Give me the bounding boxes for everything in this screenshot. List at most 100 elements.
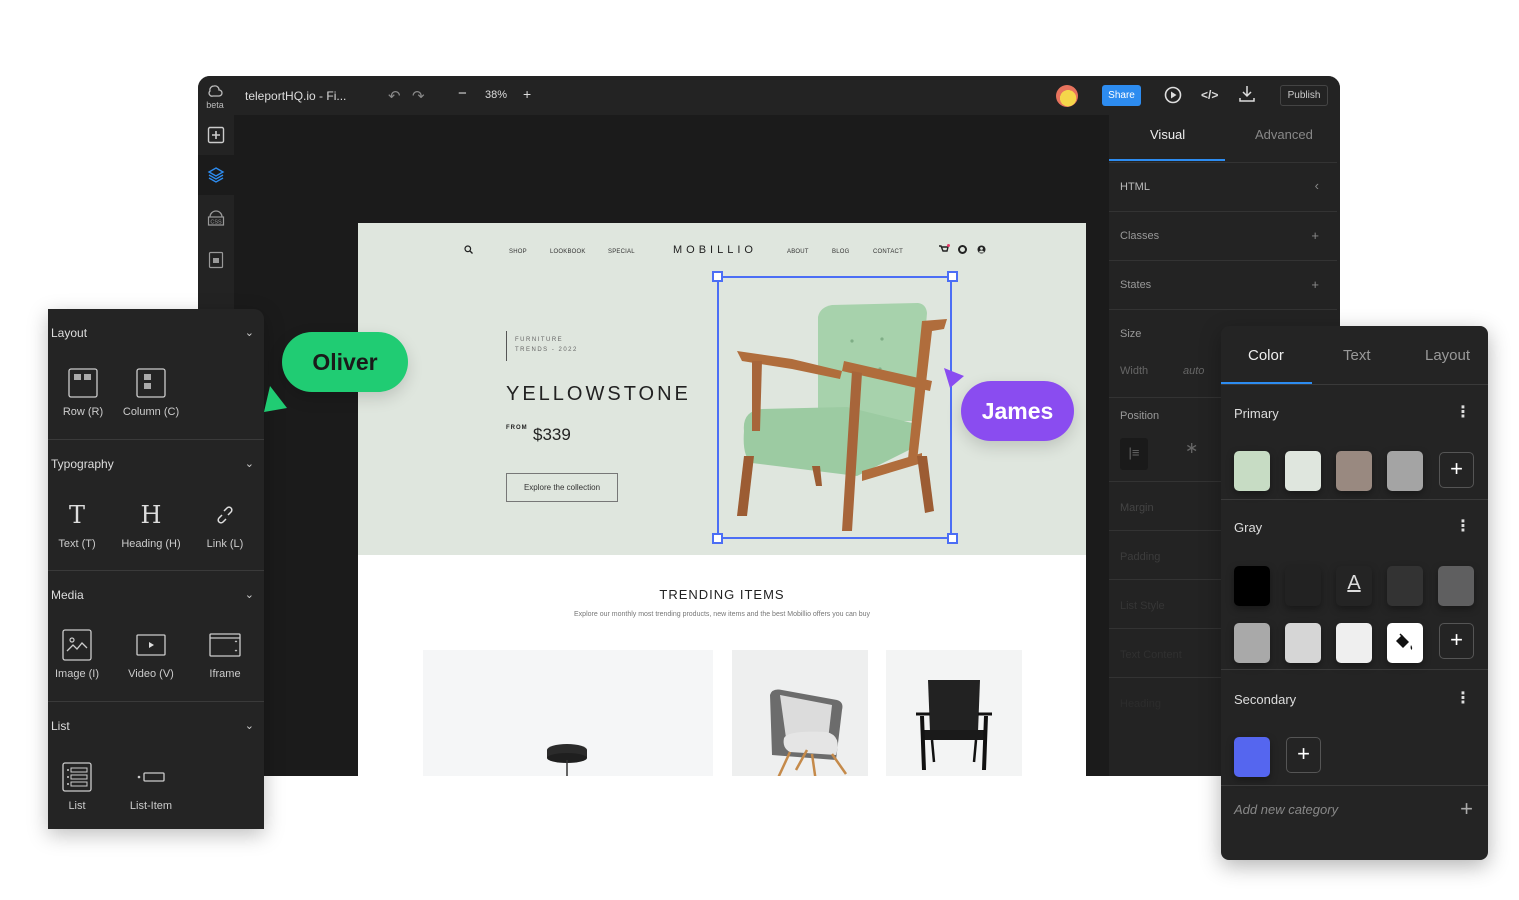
resize-handle-top-left[interactable]	[712, 271, 723, 282]
cart-icon[interactable]	[938, 244, 950, 254]
wishlist-icon[interactable]	[958, 245, 967, 254]
group-title-layout[interactable]: Layout	[51, 326, 87, 340]
active-tab-indicator	[1109, 159, 1225, 161]
site-search-icon[interactable]	[464, 245, 473, 254]
secondary-menu-icon[interactable]: ⋮	[1455, 691, 1471, 707]
swatch-gray-2[interactable]	[1285, 566, 1321, 606]
product-card-grey-armchair[interactable]	[732, 650, 868, 776]
width-value[interactable]: auto	[1183, 365, 1204, 377]
swatch-gray-8[interactable]	[1336, 623, 1372, 663]
tab-visual[interactable]: Visual	[1150, 127, 1185, 142]
group-title-media[interactable]: Media	[51, 588, 84, 602]
swatch-gray-7[interactable]	[1285, 623, 1321, 663]
nav-link-lookbook[interactable]: LOOKBOOK	[550, 249, 586, 255]
project-title[interactable]: teleportHQ.io - Fi...	[245, 89, 346, 103]
nav-link-about[interactable]: ABOUT	[787, 249, 809, 255]
site-brand[interactable]: MOBILLIO	[673, 244, 757, 256]
tab-layout[interactable]: Layout	[1425, 347, 1470, 364]
element-iframe[interactable]: Iframe	[190, 627, 260, 680]
section-classes[interactable]: Classes +	[1109, 211, 1337, 260]
add-primary-color-button[interactable]: +	[1439, 452, 1474, 488]
nav-link-shop[interactable]: SHOP	[509, 249, 527, 255]
text-color-swatch[interactable]: A	[1336, 566, 1372, 606]
align-left-icon[interactable]: |≡	[1120, 438, 1148, 470]
swatch-primary-1[interactable]	[1234, 451, 1270, 491]
download-icon[interactable]	[1238, 84, 1256, 109]
swatch-primary-3[interactable]	[1336, 451, 1372, 491]
section-html[interactable]: HTML ‹	[1109, 162, 1337, 211]
swatch-secondary-1[interactable]	[1234, 737, 1270, 777]
group-title-typography[interactable]: Typography	[51, 457, 114, 471]
resize-handle-bottom-left[interactable]	[712, 533, 723, 544]
tab-text[interactable]: Text	[1343, 347, 1371, 364]
website-preview[interactable]: SHOP LOOKBOOK SPECIAL MOBILLIO ABOUT BLO…	[358, 223, 1086, 776]
add-secondary-color-button[interactable]: +	[1286, 737, 1321, 773]
eyebrow-line-1: FURNITURE	[515, 337, 564, 343]
swatch-primary-2[interactable]	[1285, 451, 1321, 491]
product-card-lamp[interactable]	[423, 650, 713, 776]
group-title-list[interactable]: List	[51, 719, 70, 733]
preview-icon[interactable]	[1164, 86, 1182, 109]
app-logo[interactable]: beta	[204, 84, 226, 110]
tab-color[interactable]: Color	[1248, 347, 1284, 364]
nav-link-blog[interactable]: BLOG	[832, 249, 849, 255]
swatch-gray-1[interactable]	[1234, 566, 1270, 606]
nav-link-contact[interactable]: CONTACT	[873, 249, 903, 255]
element-row[interactable]: Row (R)	[48, 365, 118, 418]
gray-menu-icon[interactable]: ⋮	[1455, 519, 1471, 535]
element-link[interactable]: Link (L)	[190, 497, 260, 550]
tab-advanced[interactable]: Advanced	[1255, 127, 1313, 142]
chevron-down-icon[interactable]: ⌄	[245, 326, 254, 339]
swatch-gray-6[interactable]	[1234, 623, 1270, 663]
swatch-gray-5[interactable]	[1438, 566, 1474, 606]
resize-handle-top-right[interactable]	[947, 271, 958, 282]
section-states[interactable]: States +	[1109, 260, 1337, 309]
code-icon[interactable]: </>	[1201, 88, 1218, 102]
undo-icon[interactable]: ↶	[388, 87, 401, 105]
css-button[interactable]: CSS	[198, 198, 234, 238]
add-gray-color-button[interactable]: +	[1439, 623, 1474, 659]
align-center-icon[interactable]: ∗	[1185, 438, 1198, 458]
chevron-down-icon[interactable]: ⌄	[245, 588, 254, 601]
chevron-down-icon[interactable]: ⌄	[245, 457, 254, 470]
swatch-primary-4[interactable]	[1387, 451, 1423, 491]
add-category-icon[interactable]: +	[1460, 796, 1473, 822]
share-button[interactable]: Share	[1102, 85, 1141, 106]
publish-button[interactable]: Publish	[1280, 85, 1328, 106]
account-icon[interactable]	[977, 245, 986, 254]
primary-menu-icon[interactable]: ⋮	[1455, 405, 1471, 421]
product-card-black-chair[interactable]	[886, 650, 1022, 776]
add-category-label[interactable]: Add new category	[1234, 802, 1338, 817]
resize-handle-bottom-right[interactable]	[947, 533, 958, 544]
add-state-icon[interactable]: +	[1311, 277, 1319, 292]
explore-collection-button[interactable]: Explore the collection	[506, 473, 618, 502]
redo-icon[interactable]: ↷	[412, 87, 425, 105]
design-canvas[interactable]: SHOP LOOKBOOK SPECIAL MOBILLIO ABOUT BLO…	[234, 115, 1109, 776]
hero-title: YELLOWSTONE	[506, 383, 691, 405]
fill-color-swatch[interactable]	[1387, 623, 1423, 663]
element-list-item[interactable]: List-Item	[116, 759, 186, 812]
chevron-down-icon[interactable]: ⌄	[245, 719, 254, 732]
element-list-item-label: List-Item	[129, 800, 173, 812]
list-icon	[62, 762, 92, 792]
layers-button[interactable]	[198, 155, 234, 195]
user-avatar[interactable]	[1056, 85, 1078, 107]
element-heading[interactable]: H Heading (H)	[116, 497, 186, 550]
gray-title: Gray	[1234, 520, 1263, 535]
element-column[interactable]: Column (C)	[116, 365, 186, 418]
zoom-out-button[interactable]: −	[458, 85, 467, 102]
css-icon: CSS	[207, 210, 225, 226]
element-video[interactable]: Video (V)	[116, 627, 186, 680]
add-class-icon[interactable]: +	[1311, 228, 1319, 243]
zoom-in-button[interactable]: +	[523, 86, 531, 102]
assets-button[interactable]	[198, 240, 234, 280]
nav-link-special[interactable]: SPECIAL	[608, 249, 635, 255]
add-element-button[interactable]	[198, 115, 234, 155]
selection-box[interactable]	[717, 276, 952, 539]
element-list[interactable]: List	[42, 759, 112, 812]
element-image[interactable]: Image (I)	[42, 627, 112, 680]
element-text[interactable]: T Text (T)	[42, 497, 112, 550]
element-text-label: Text (T)	[58, 538, 96, 550]
chevron-left-icon[interactable]: ‹	[1315, 178, 1319, 193]
swatch-gray-4[interactable]	[1387, 566, 1423, 606]
